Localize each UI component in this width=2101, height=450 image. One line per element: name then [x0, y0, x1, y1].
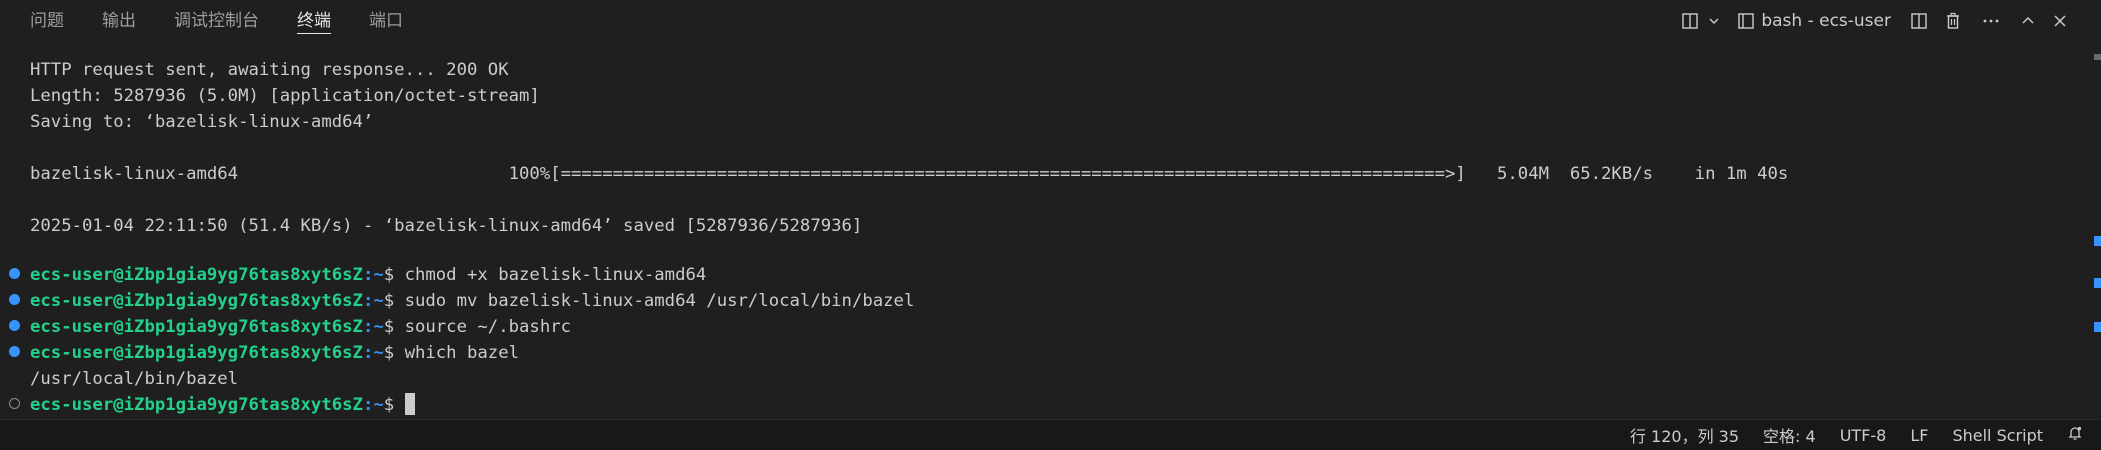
- prompt-path: :~: [362, 265, 384, 285]
- command-line: ecs-user@iZbp1gia9yg76tas8xyt6sZ:~$ sour…: [30, 314, 571, 340]
- terminal-selector[interactable]: bash - ecs-user: [1737, 11, 1891, 31]
- output-line: Length: 5287936 (5.0M) [application/octe…: [30, 86, 540, 106]
- language-mode[interactable]: Shell Script: [1952, 426, 2043, 445]
- command-line: ecs-user@iZbp1gia9yg76tas8xyt6sZ:~$ whic…: [30, 340, 519, 366]
- close-icon[interactable]: [2045, 13, 2075, 29]
- prompt-symbol: $: [383, 343, 405, 363]
- command-success-decoration[interactable]: [9, 268, 20, 279]
- prompt-user: ecs-user@iZbp1gia9yg76tas8xyt6sZ: [30, 265, 363, 285]
- scrollbar-marker: [2094, 54, 2101, 60]
- terminal-icon: [1737, 12, 1755, 30]
- terminal-view[interactable]: HTTP request sent, awaiting response... …: [0, 42, 2080, 420]
- scrollbar-marker: [2094, 236, 2101, 246]
- split-terminal-icon[interactable]: [1903, 12, 1935, 30]
- command-text: chmod +x bazelisk-linux-amd64: [404, 265, 707, 285]
- tab-debug-console[interactable]: 调试控制台: [174, 0, 259, 42]
- command-output: /usr/local/bin/bazel: [30, 369, 239, 389]
- encoding[interactable]: UTF-8: [1840, 426, 1887, 445]
- terminal-cursor: [404, 393, 415, 415]
- command-success-decoration[interactable]: [9, 320, 20, 331]
- bell-icon[interactable]: [2067, 425, 2083, 445]
- command-line: ecs-user@iZbp1gia9yg76tas8xyt6sZ:~$ sudo…: [30, 288, 914, 314]
- tab-problems[interactable]: 问题: [30, 0, 64, 42]
- prompt-symbol: $: [383, 291, 405, 311]
- panel-actions: bash - ecs-user: [1677, 0, 2075, 42]
- split-layout-icon[interactable]: [1677, 12, 1703, 30]
- end-of-line[interactable]: LF: [1910, 426, 1928, 445]
- command-text: source ~/.bashrc: [404, 317, 572, 337]
- status-bar: 行 120，列 35 空格: 4 UTF-8 LF Shell Script: [0, 419, 2101, 450]
- output-line: Saving to: ‘bazelisk-linux-amd64’: [30, 112, 374, 132]
- indentation[interactable]: 空格: 4: [1763, 423, 1816, 447]
- prompt-symbol: $: [383, 317, 405, 337]
- prompt-symbol: $: [383, 395, 405, 415]
- command-text: which bazel: [404, 343, 520, 363]
- terminal-scrollbar[interactable]: [2087, 42, 2101, 420]
- prompt-user: ecs-user@iZbp1gia9yg76tas8xyt6sZ: [30, 343, 363, 363]
- command-success-decoration[interactable]: [9, 346, 20, 357]
- current-prompt-line[interactable]: ecs-user@iZbp1gia9yg76tas8xyt6sZ:~$: [30, 392, 415, 418]
- prompt-path: :~: [362, 343, 384, 363]
- more-actions-icon[interactable]: [1971, 12, 2011, 30]
- tab-output[interactable]: 输出: [102, 0, 136, 42]
- terminal-name: bash - ecs-user: [1761, 11, 1891, 31]
- output-line: 2025-01-04 22:11:50 (51.4 KB/s) - ‘bazel…: [30, 216, 863, 236]
- prompt-symbol: $: [383, 265, 405, 285]
- prompt-path: :~: [362, 317, 384, 337]
- panel-header: 问题 输出 调试控制台 终端 端口 bash - ecs-user: [0, 0, 2101, 42]
- prompt-user: ecs-user@iZbp1gia9yg76tas8xyt6sZ: [30, 317, 363, 337]
- command-line: ecs-user@iZbp1gia9yg76tas8xyt6sZ:~$ chmo…: [30, 262, 706, 288]
- prompt-user: ecs-user@iZbp1gia9yg76tas8xyt6sZ: [30, 291, 363, 311]
- tab-terminal[interactable]: 终端: [297, 0, 331, 42]
- cursor-position[interactable]: 行 120，列 35: [1630, 423, 1739, 447]
- prompt-path: :~: [362, 395, 384, 415]
- tab-ports[interactable]: 端口: [369, 0, 403, 42]
- progress-line: bazelisk-linux-amd64 100%[==============…: [30, 164, 1789, 184]
- chevron-down-icon[interactable]: [1703, 14, 1725, 28]
- trash-icon[interactable]: [1935, 12, 1971, 30]
- scrollbar-marker: [2094, 322, 2101, 332]
- prompt-path: :~: [362, 291, 384, 311]
- prompt-user: ecs-user@iZbp1gia9yg76tas8xyt6sZ: [30, 395, 363, 415]
- command-text: sudo mv bazelisk-linux-amd64 /usr/local/…: [404, 291, 915, 311]
- command-success-decoration[interactable]: [9, 294, 20, 305]
- panel-tabs: 问题 输出 调试控制台 终端 端口: [30, 0, 441, 42]
- command-pending-decoration[interactable]: [9, 398, 20, 409]
- scrollbar-marker: [2094, 278, 2101, 288]
- output-line: HTTP request sent, awaiting response... …: [30, 60, 509, 80]
- chevron-up-icon[interactable]: [2011, 13, 2045, 29]
